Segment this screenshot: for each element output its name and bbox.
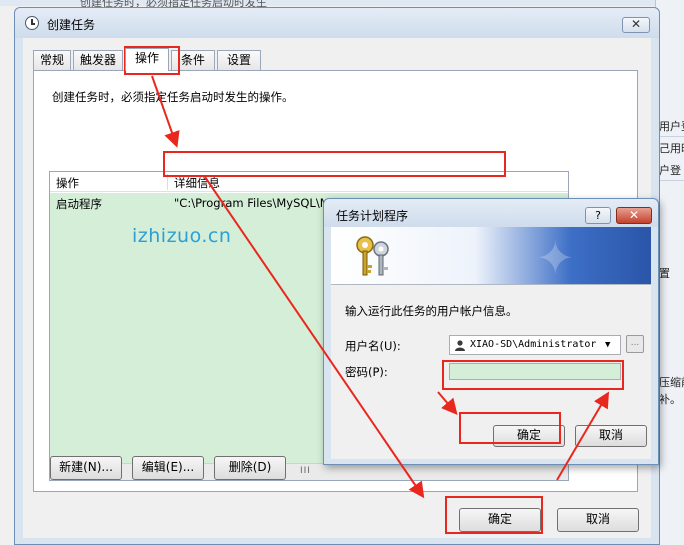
background-text-fragment: 户登 <box>659 164 681 177</box>
tab-general[interactable]: 常规 <box>33 50 71 70</box>
divider <box>656 180 684 181</box>
chevron-down-icon[interactable]: ▼ <box>605 336 610 354</box>
delete-button[interactable]: 删除(D) <box>214 456 286 480</box>
background-text-fragment: 压缩前 <box>659 376 684 389</box>
popup-ok-button[interactable]: 确定 <box>493 425 565 447</box>
popup-message: 输入运行此任务的用户帐户信息。 <box>345 304 518 318</box>
panel-description: 创建任务时，必须指定任务启动时发生的操作。 <box>52 90 294 104</box>
tab-conditions[interactable]: 条件 <box>171 50 215 70</box>
username-value: XIAO-SD\Administrator <box>470 339 597 350</box>
close-button[interactable]: ✕ <box>622 17 650 33</box>
cancel-button[interactable]: 取消 <box>557 508 639 532</box>
background-text-fragment: 用户登 <box>659 120 684 133</box>
column-divider <box>167 174 168 190</box>
popup-title: 任务计划程序 <box>336 209 409 223</box>
ok-button[interactable]: 确定 <box>459 508 541 532</box>
screen: 创建任务时，必须指定任务启动时发生 用户登 己用时 户登 置 压缩前 补。 创建… <box>0 0 684 545</box>
background-text-fragment: 补。 <box>659 393 681 406</box>
list-header: 操作 详细信息 <box>50 172 568 192</box>
task-scheduler-popup: 任务计划程序 ? ✕ ✦ 输入运行此任务的用户帐户信息。 用户名(U): XIA… <box>323 198 659 465</box>
username-combo[interactable]: XIAO-SD\Administrator ▼ <box>449 335 621 355</box>
column-header-action[interactable]: 操作 <box>56 175 79 191</box>
password-label: 密码(P): <box>345 365 388 379</box>
user-icon <box>455 340 465 351</box>
popup-banner: ✦ <box>331 227 651 285</box>
tab-triggers[interactable]: 触发器 <box>73 50 123 70</box>
help-button[interactable]: ? <box>585 207 611 224</box>
horizontal-scrollbar[interactable]: ◂ III <box>50 463 568 480</box>
password-field[interactable] <box>449 363 621 380</box>
edit-button[interactable]: 编辑(E)... <box>132 456 204 480</box>
browse-button[interactable]: ... <box>626 335 644 353</box>
banner-decoration: ✦ <box>536 231 575 285</box>
background-text-fragment: 己用时 <box>659 142 684 155</box>
tab-actions[interactable]: 操作 <box>125 48 169 71</box>
username-label: 用户名(U): <box>345 339 401 353</box>
dialog-title-bar[interactable]: 创建任务 ✕ <box>15 8 659 38</box>
new-button[interactable]: 新建(N)... <box>50 456 122 480</box>
keys-icon <box>356 236 389 276</box>
background-text-fragment: 置 <box>659 267 670 280</box>
row-action: 启动程序 <box>56 197 102 211</box>
column-header-detail[interactable]: 详细信息 <box>174 175 220 191</box>
scroll-grip-icon[interactable]: III <box>300 466 311 476</box>
divider <box>656 136 684 137</box>
popup-cancel-button[interactable]: 取消 <box>575 425 647 447</box>
clock-icon <box>25 16 39 30</box>
watermark: izhizuo.cn <box>132 225 232 247</box>
dialog-title: 创建任务 <box>47 18 96 32</box>
popup-body: ✦ 输入运行此任务的用户帐户信息。 用户名(U): XIAO-SD\Admini… <box>331 227 651 459</box>
tab-settings[interactable]: 设置 <box>217 50 261 70</box>
popup-title-bar[interactable]: 任务计划程序 ? ✕ <box>324 199 658 227</box>
popup-close-button[interactable]: ✕ <box>616 207 652 224</box>
